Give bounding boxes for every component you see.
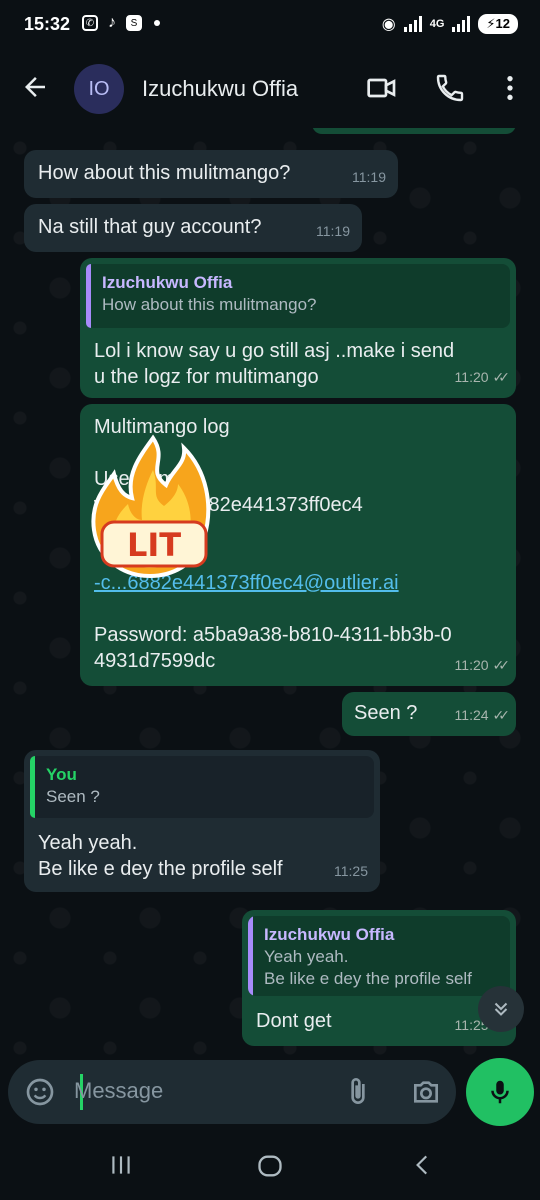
camera-icon[interactable] — [410, 1076, 442, 1108]
avatar-initials: IO — [88, 77, 110, 100]
message-time-text: 11:25 — [334, 863, 368, 879]
more-options-icon[interactable] — [494, 72, 526, 104]
message-bubble-outgoing-reply[interactable]: Izuchukwu Offia Yeah yeah. Be like e dey… — [242, 910, 516, 1046]
message-text: Yeah yeah. Be like e dey the profile sel… — [38, 830, 283, 882]
message-text-line: Yeah yeah. — [38, 832, 138, 854]
quoted-message[interactable]: Izuchukwu Offia How about this mulitmang… — [86, 264, 510, 328]
hotspot-icon: ◉ — [381, 16, 396, 33]
quoted-text: Seen ? — [46, 787, 100, 806]
sticker-text: LIT — [127, 526, 181, 564]
voice-call-icon[interactable] — [434, 72, 466, 104]
status-time: 15:32 — [24, 14, 71, 34]
read-receipt-icon: ✓✓ — [492, 707, 511, 723]
video-call-icon[interactable] — [366, 72, 398, 104]
read-receipt-icon: ✓✓ — [492, 369, 511, 385]
message-text: Dont get — [256, 1010, 332, 1032]
message-bubble-incoming[interactable]: Na still that guy account? 11:19 — [24, 204, 362, 252]
message-time: 11:25 — [334, 858, 368, 884]
emoji-sticker-icon[interactable] — [24, 1076, 56, 1108]
status-bar: 15:32 ✆ ♪ S ◉ 4G ⚡12 — [0, 0, 540, 50]
log-password-line: 4931d7599dc — [94, 650, 216, 672]
read-receipt-icon: ✓✓ — [492, 657, 511, 673]
message-time-text: 11:20 — [454, 657, 489, 673]
message-time: 11:19 — [352, 164, 386, 190]
back-arrow-icon[interactable] — [20, 72, 50, 102]
message-time: 11:20 ✓✓ — [454, 364, 511, 390]
chat-header: IO Izuchukwu Offia — [0, 50, 540, 128]
message-text-line: Lol i know say u go still asj ..make i s… — [94, 340, 455, 362]
battery-indicator: ⚡12 — [478, 14, 518, 34]
network-type: 4G — [429, 18, 445, 30]
message-bubble-outgoing[interactable]: Seen ? 11:24 ✓✓ — [342, 692, 516, 736]
lit-fire-sticker: LIT — [91, 434, 211, 579]
home-icon[interactable] — [256, 1152, 284, 1180]
message-text: Na still that guy account? — [38, 216, 262, 238]
log-password-line: Password: a5ba9a38-b810-4311-bb3b-0 — [94, 624, 452, 646]
message-time-text: 11:24 — [454, 707, 489, 723]
quoted-text-line: Be like e dey the profile self — [264, 969, 472, 988]
message-bubble-incoming-reply[interactable]: You Seen ? Yeah yeah. Be like e dey the … — [24, 750, 380, 892]
message-text: Lol i know say u go still asj ..make i s… — [94, 338, 454, 390]
quoted-message[interactable]: Izuchukwu Offia Yeah yeah. Be like e dey… — [248, 916, 510, 996]
message-time-text: 11:20 — [454, 369, 489, 385]
scroll-to-bottom-button[interactable] — [478, 986, 524, 1032]
status-right: ◉ 4G ⚡12 — [382, 14, 518, 34]
message-time-text: 11:19 — [316, 223, 350, 239]
back-nav-icon[interactable] — [410, 1152, 436, 1178]
s-app-icon: S — [126, 15, 142, 31]
avatar[interactable]: IO — [74, 64, 124, 114]
quoted-sender: Izuchukwu Offia — [264, 925, 395, 944]
message-text-line: u the logz for multimango — [94, 366, 319, 388]
chat-area[interactable]: How about this mulitmango? 11:19 Na stil… — [0, 128, 540, 1058]
double-chevron-down-icon — [494, 1002, 508, 1016]
message-bubble-partial[interactable] — [312, 128, 516, 134]
message-text: Seen ? — [354, 702, 418, 724]
contact-name[interactable]: Izuchukwu Offia — [142, 76, 298, 102]
message-input[interactable]: Message — [74, 1078, 163, 1104]
tiktok-icon: ♪ — [108, 14, 116, 31]
attachment-icon[interactable] — [342, 1076, 374, 1108]
quoted-sender: Izuchukwu Offia — [102, 273, 233, 292]
quoted-text-line: Yeah yeah. — [264, 947, 349, 966]
message-time: 11:20 ✓✓ — [454, 652, 511, 678]
more-notifications-dot — [154, 20, 160, 26]
signal-icon — [403, 16, 422, 32]
message-bubble-incoming[interactable]: How about this mulitmango? 11:19 — [24, 150, 398, 198]
quoted-text: How about this mulitmango? — [102, 295, 317, 314]
battery-level: 12 — [495, 16, 510, 31]
message-text-line: Be like e dey the profile self — [38, 858, 283, 880]
message-time: 11:24 ✓✓ — [454, 702, 511, 728]
message-text: How about this mulitmango? — [38, 162, 291, 184]
quoted-message[interactable]: You Seen ? — [30, 756, 374, 818]
recent-apps-icon[interactable] — [108, 1152, 134, 1178]
microphone-icon — [491, 1080, 509, 1104]
signal-icon-2 — [452, 16, 471, 32]
system-nav-bar — [0, 1132, 540, 1200]
quoted-sender: You — [46, 765, 77, 784]
message-time: 11:19 — [316, 218, 350, 244]
message-composer: Message — [8, 1060, 456, 1124]
notification-icons: ✆ ♪ S — [82, 14, 160, 31]
voice-message-button[interactable] — [466, 1058, 534, 1126]
message-bubble-outgoing-reply[interactable]: Izuchukwu Offia How about this mulitmang… — [80, 258, 516, 398]
whatsapp-icon: ✆ — [82, 15, 98, 31]
message-time-text: 11:19 — [352, 169, 386, 185]
